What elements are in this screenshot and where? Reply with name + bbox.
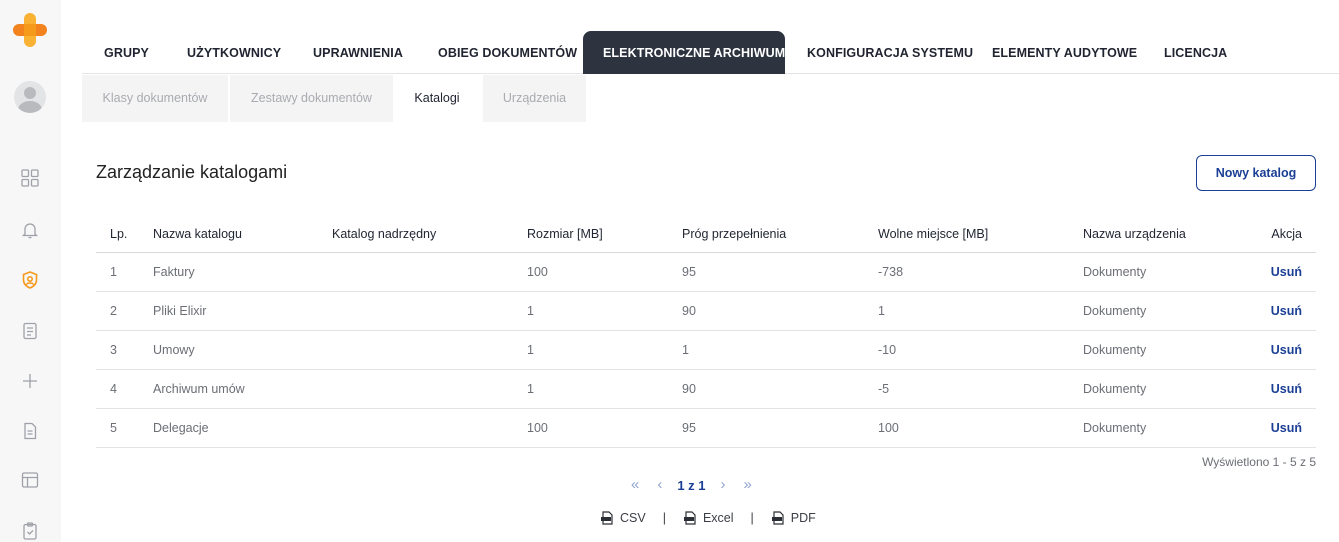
catalogs-table: Lp. Nazwa katalogu Katalog nadrzędny Roz…: [96, 216, 1316, 448]
table-row[interactable]: 3 Umowy 1 1 -10 Dokumenty Usuń: [96, 331, 1316, 370]
subtab-zestawy-dokumentow[interactable]: Zestawy dokumentów: [230, 75, 393, 122]
page-title: Zarządzanie katalogami: [96, 162, 288, 182]
cell-threshold: 90: [682, 304, 696, 318]
pdf-file-icon: [771, 511, 784, 525]
subtab-urzadzenia[interactable]: Urządzenia: [483, 75, 586, 122]
shield-user-icon[interactable]: [19, 269, 41, 291]
cell-threshold: 95: [682, 265, 696, 279]
col-header-prog-przepelnienia[interactable]: Próg przepełnienia: [682, 216, 786, 252]
dashboard-grid-icon[interactable]: [19, 167, 41, 189]
table-header-row: Lp. Nazwa katalogu Katalog nadrzędny Roz…: [96, 216, 1316, 253]
export-excel-label: Excel: [702, 511, 734, 525]
last-page-icon[interactable]: »: [735, 474, 761, 496]
cell-device-name: Dokumenty: [1083, 343, 1147, 357]
first-page-icon[interactable]: «: [622, 474, 648, 496]
cell-catalog-name: Archiwum umów: [153, 382, 245, 396]
export-bar: CSV | Excel | PDF: [600, 511, 816, 525]
cell-device-name: Dokumenty: [1083, 265, 1147, 279]
table-row[interactable]: 2 Pliki Elixir 1 90 1 Dokumenty Usuń: [96, 292, 1316, 331]
sidebar: [0, 0, 61, 542]
export-csv-button[interactable]: CSV: [600, 511, 646, 525]
cell-lp: 2: [110, 304, 117, 318]
cell-threshold: 1: [682, 343, 689, 357]
delete-link[interactable]: Usuń: [1271, 331, 1302, 369]
user-avatar[interactable]: [14, 81, 46, 113]
cell-free-space: 1: [878, 304, 885, 318]
delete-link[interactable]: Usuń: [1271, 370, 1302, 408]
delete-link[interactable]: Usuń: [1271, 409, 1302, 447]
tab-uprawnienia[interactable]: UPRAWNIENIA: [293, 31, 423, 74]
bell-icon[interactable]: [19, 219, 41, 241]
checklist-icon[interactable]: [19, 320, 41, 342]
cell-lp: 3: [110, 343, 117, 357]
subtab-katalogi[interactable]: Katalogi: [393, 75, 481, 122]
cell-size: 1: [527, 304, 534, 318]
export-separator: |: [750, 511, 754, 525]
pagination: « ‹ 1 z 1 › »: [622, 474, 761, 496]
tab-licencja[interactable]: LICENCJA: [1144, 31, 1247, 74]
delete-link[interactable]: Usuń: [1271, 253, 1302, 291]
tab-elektroniczne-archiwum[interactable]: ELEKTRONICZNE ARCHIWUM: [583, 31, 785, 74]
csv-file-icon: [601, 511, 613, 525]
col-header-nazwa-katalogu[interactable]: Nazwa katalogu: [153, 216, 242, 252]
records-shown-text: Wyświetlono 1 - 5 z 5: [1202, 455, 1316, 469]
export-pdf-label: PDF: [790, 511, 816, 525]
col-header-rozmiar[interactable]: Rozmiar [MB]: [527, 216, 603, 252]
plus-icon[interactable]: [19, 370, 41, 392]
cell-lp: 4: [110, 382, 117, 396]
cell-catalog-name: Delegacje: [153, 421, 209, 435]
cell-free-space: -10: [878, 343, 897, 357]
cell-size: 100: [527, 421, 548, 435]
cell-size: 1: [527, 382, 534, 396]
page-info: 1 z 1: [677, 477, 706, 493]
delete-link[interactable]: Usuń: [1271, 292, 1302, 330]
export-separator: |: [662, 511, 666, 525]
table-row[interactable]: 4 Archiwum umów 1 90 -5 Dokumenty Usuń: [96, 370, 1316, 409]
cell-size: 1: [527, 343, 534, 357]
cell-free-space: -738: [878, 265, 904, 279]
tab-grupy[interactable]: GRUPY: [84, 31, 169, 74]
document-icon[interactable]: [19, 420, 41, 442]
cell-catalog-name: Umowy: [153, 343, 195, 357]
cell-catalog-name: Faktury: [153, 265, 195, 279]
cell-device-name: Dokumenty: [1083, 382, 1147, 396]
cell-free-space: -5: [878, 382, 890, 396]
export-csv-label: CSV: [620, 511, 646, 525]
col-header-katalog-nadrzedny[interactable]: Katalog nadrzędny: [332, 216, 436, 252]
cell-threshold: 90: [682, 382, 696, 396]
cell-free-space: 100: [878, 421, 899, 435]
cell-device-name: Dokumenty: [1083, 421, 1147, 435]
col-header-wolne-miejsce[interactable]: Wolne miejsce [MB]: [878, 216, 988, 252]
cell-lp: 1: [110, 265, 117, 279]
main-tab-bar: GRUPY UŻYTKOWNICY UPRAWNIENIA OBIEG DOKU…: [82, 31, 1339, 74]
cell-device-name: Dokumenty: [1083, 304, 1147, 318]
cell-threshold: 95: [682, 421, 696, 435]
app-logo-icon[interactable]: [13, 13, 47, 47]
tab-obieg-dokumentow[interactable]: OBIEG DOKUMENTÓW: [418, 31, 597, 74]
cell-catalog-name: Pliki Elixir: [153, 304, 207, 318]
subtab-klasy-dokumentow[interactable]: Klasy dokumentów: [82, 75, 228, 122]
clipboard-check-icon[interactable]: [19, 520, 41, 542]
table-row[interactable]: 1 Faktury 100 95 -738 Dokumenty Usuń: [96, 253, 1316, 292]
tab-elementy-audytowe[interactable]: ELEMENTY AUDYTOWE: [972, 31, 1157, 74]
next-page-icon[interactable]: ›: [712, 474, 735, 496]
new-catalog-button[interactable]: Nowy katalog: [1196, 155, 1316, 191]
tab-uzytkownicy[interactable]: UŻYTKOWNICY: [167, 31, 301, 74]
excel-file-icon: [683, 511, 696, 525]
col-header-nazwa-urzadzenia[interactable]: Nazwa urządzenia: [1083, 216, 1186, 252]
col-header-akcja: Akcja: [1271, 227, 1302, 241]
export-excel-button[interactable]: Excel: [683, 511, 734, 525]
prev-page-icon[interactable]: ‹: [648, 474, 671, 496]
cell-size: 100: [527, 265, 548, 279]
cell-lp: 5: [110, 421, 117, 435]
export-pdf-button[interactable]: PDF: [771, 511, 816, 525]
table-row[interactable]: 5 Delegacje 100 95 100 Dokumenty Usuń: [96, 409, 1316, 448]
col-header-lp[interactable]: Lp.: [110, 216, 127, 252]
layout-icon[interactable]: [19, 469, 41, 491]
tab-konfiguracja-systemu[interactable]: KONFIGURACJA SYSTEMU: [787, 31, 993, 74]
